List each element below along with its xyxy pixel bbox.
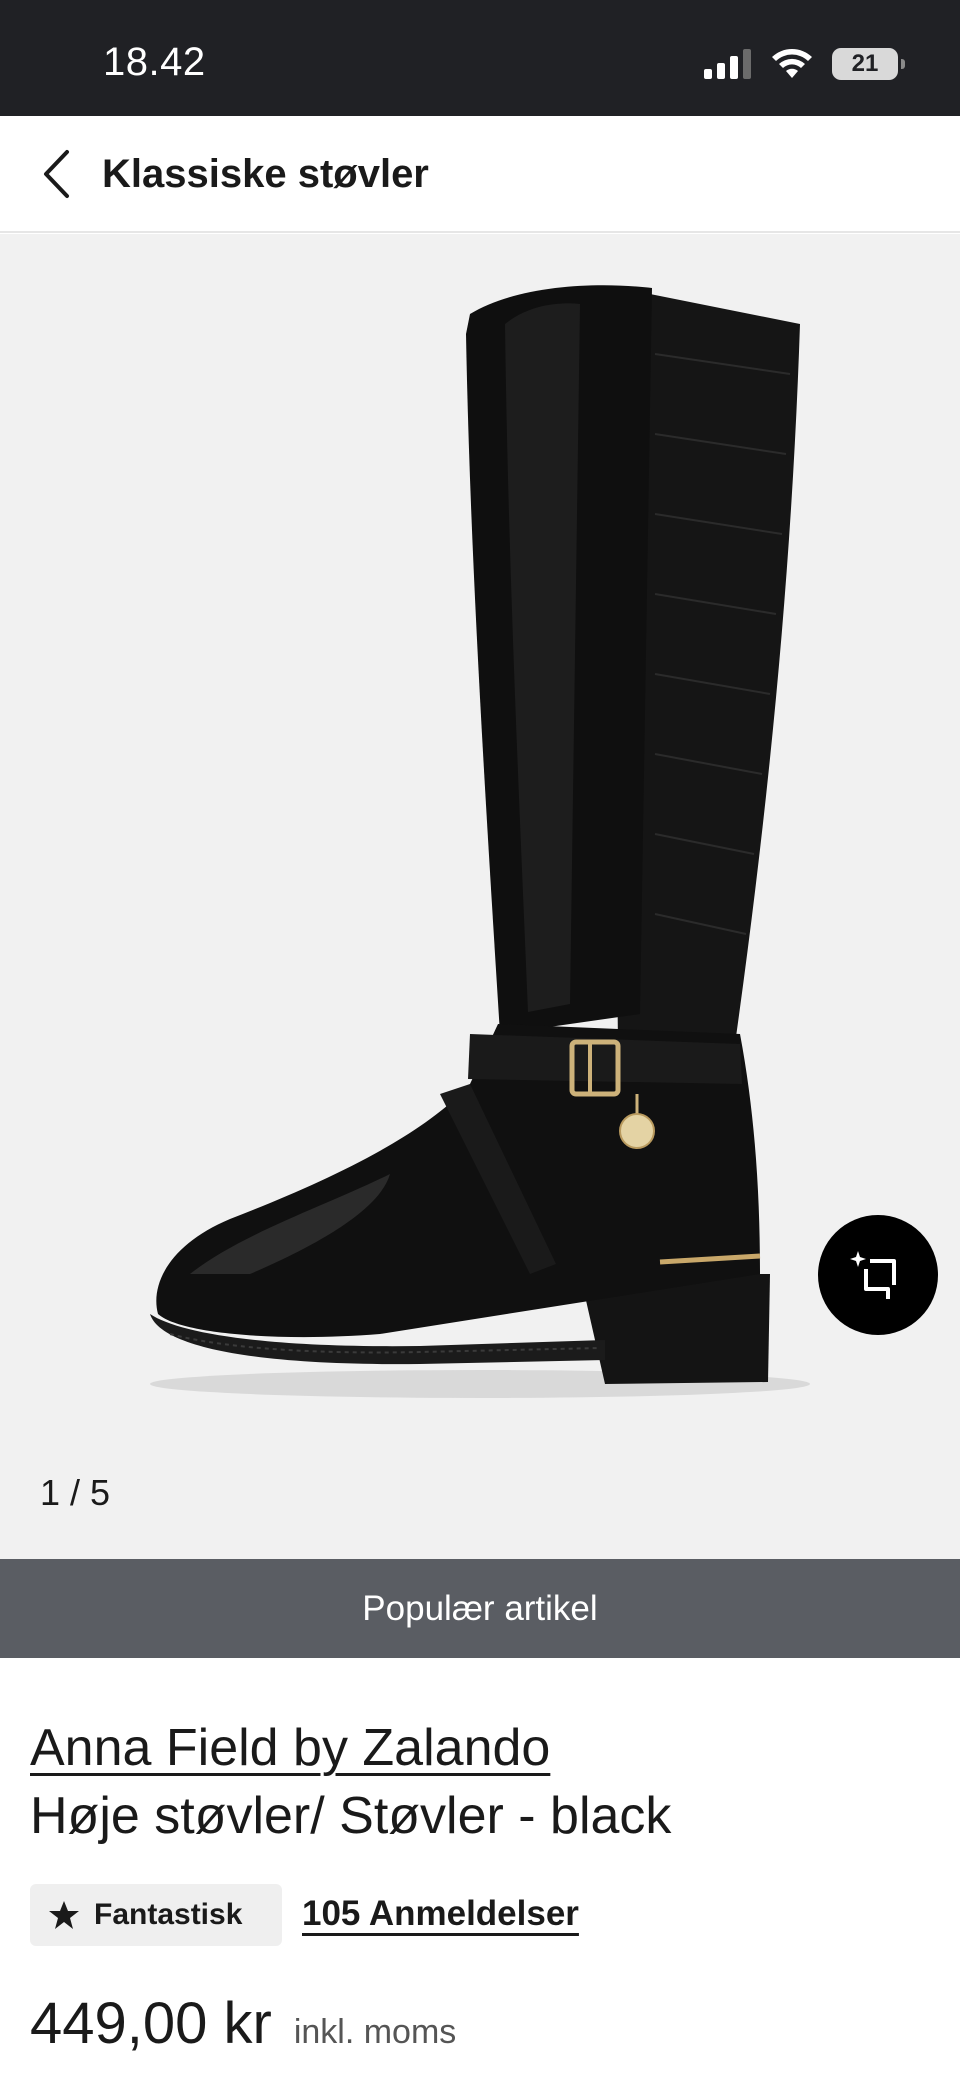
product-image (150, 285, 810, 1398)
status-bar: 18.42 21 (0, 0, 960, 116)
rating-badge: Fantastisk (30, 1884, 282, 1946)
reviews-link[interactable]: 105 Anmeldelser (302, 1894, 579, 1934)
wifi-icon (772, 49, 812, 78)
battery-level: 21 (851, 50, 879, 77)
star-icon (49, 1901, 79, 1929)
product-name: Høje støvler/ Støvler - black (30, 1787, 672, 1845)
vat-note: inkl. moms (293, 2013, 457, 2051)
rating-label: Fantastisk (94, 1898, 243, 1931)
battery-icon: 21 (832, 48, 905, 80)
price: 449,00 kr (30, 1991, 272, 2056)
image-counter: 1 / 5 (40, 1472, 111, 1513)
brand-link[interactable]: Anna Field by Zalando (30, 1718, 550, 1778)
popular-article-banner: Populær artikel (0, 1559, 960, 1658)
status-time: 18.42 (103, 40, 206, 84)
banner-label: Populær artikel (362, 1588, 598, 1628)
virtual-try-on-button[interactable] (818, 1215, 938, 1335)
back-button[interactable] (24, 142, 88, 206)
page-title: Klassiske støvler (102, 152, 429, 196)
sparkle-crop-icon (850, 1251, 896, 1299)
chevron-left-icon (44, 150, 69, 198)
cellular-signal-icon (704, 49, 751, 79)
nav-bar: Klassiske støvler (0, 116, 960, 233)
status-icons: 21 (704, 44, 905, 84)
product-image-gallery[interactable]: 1 / 5 (0, 234, 960, 1559)
price-row: 449,00 kr inkl. moms (30, 1990, 456, 2057)
